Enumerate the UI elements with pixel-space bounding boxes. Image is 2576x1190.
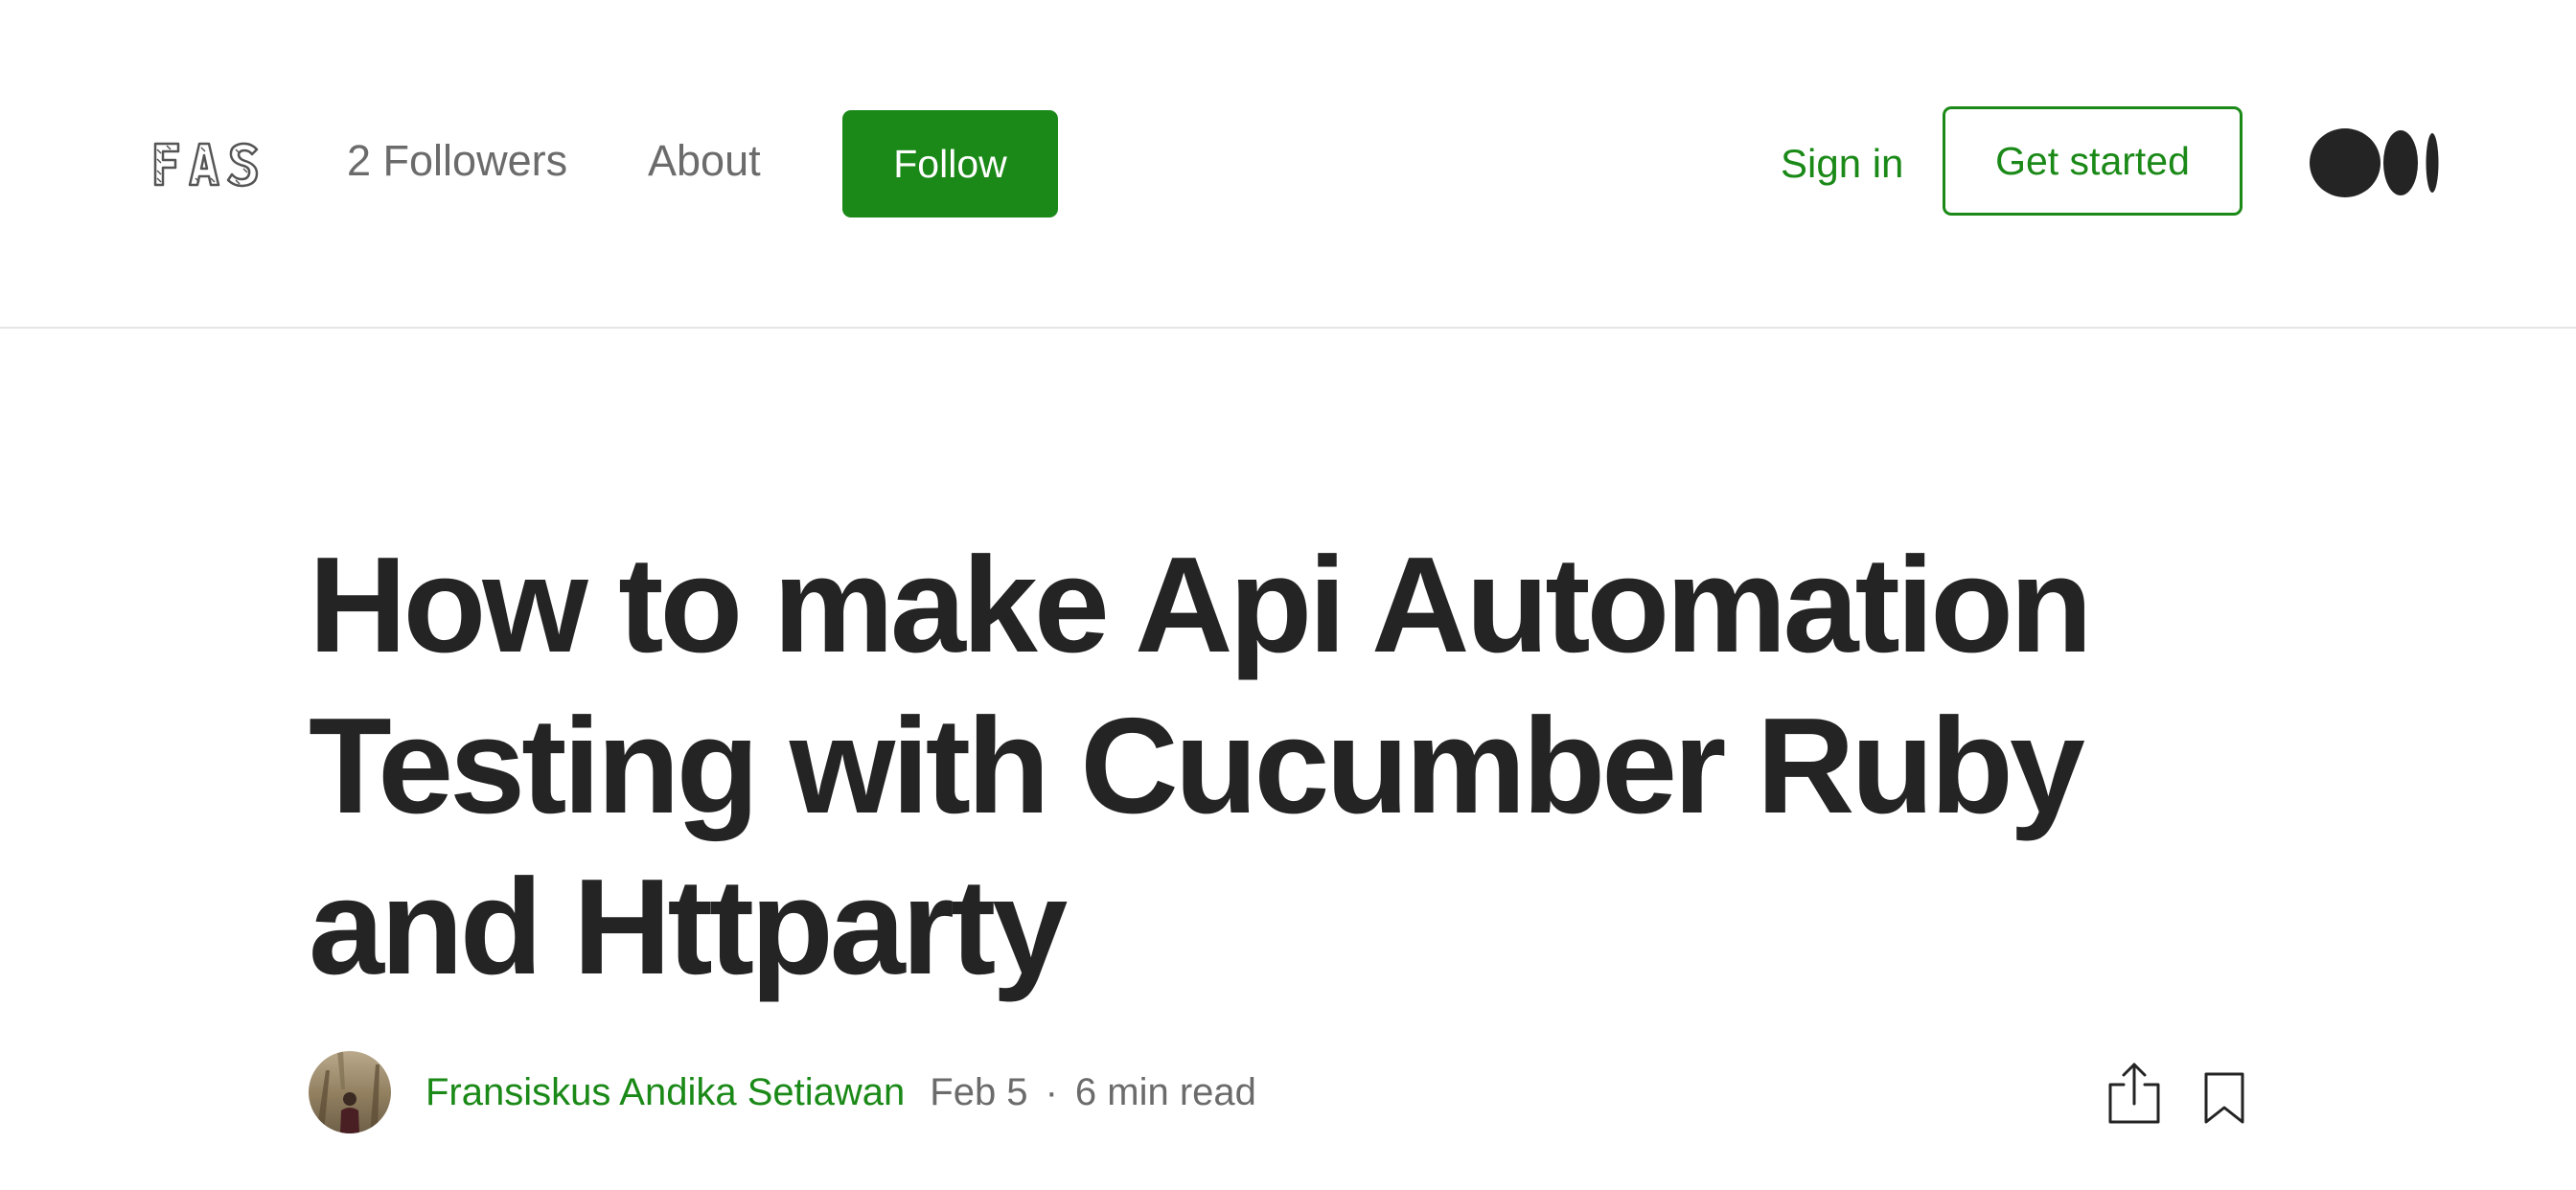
medium-logo-icon[interactable] <box>2310 127 2440 198</box>
follow-button[interactable]: Follow <box>842 110 1058 217</box>
share-icon[interactable] <box>2106 1062 2162 1125</box>
article-title: How to make Api Automation Testing with … <box>309 529 2093 1003</box>
about-link[interactable]: About <box>648 134 761 188</box>
publication-logo[interactable] <box>151 140 263 188</box>
followers-link[interactable]: 2 Followers <box>347 134 567 188</box>
bookmark-icon[interactable] <box>2202 1071 2246 1125</box>
publish-date: Feb 5 <box>930 1070 1028 1113</box>
article-byline: Fransiskus Andika Setiawan Feb 5 · 6 min… <box>309 1050 1256 1134</box>
sign-in-link[interactable]: Sign in <box>1781 137 1903 191</box>
get-started-button[interactable]: Get started <box>1943 106 2242 216</box>
author-name-link[interactable]: Fransiskus Andika Setiawan <box>426 1071 905 1114</box>
author-avatar[interactable] <box>309 1051 391 1133</box>
read-time: 6 min read <box>1074 1070 1256 1113</box>
top-navigation-bar: 2 Followers About Follow Sign in Get sta… <box>0 0 2576 329</box>
byline-separator: · <box>1045 1070 1058 1113</box>
